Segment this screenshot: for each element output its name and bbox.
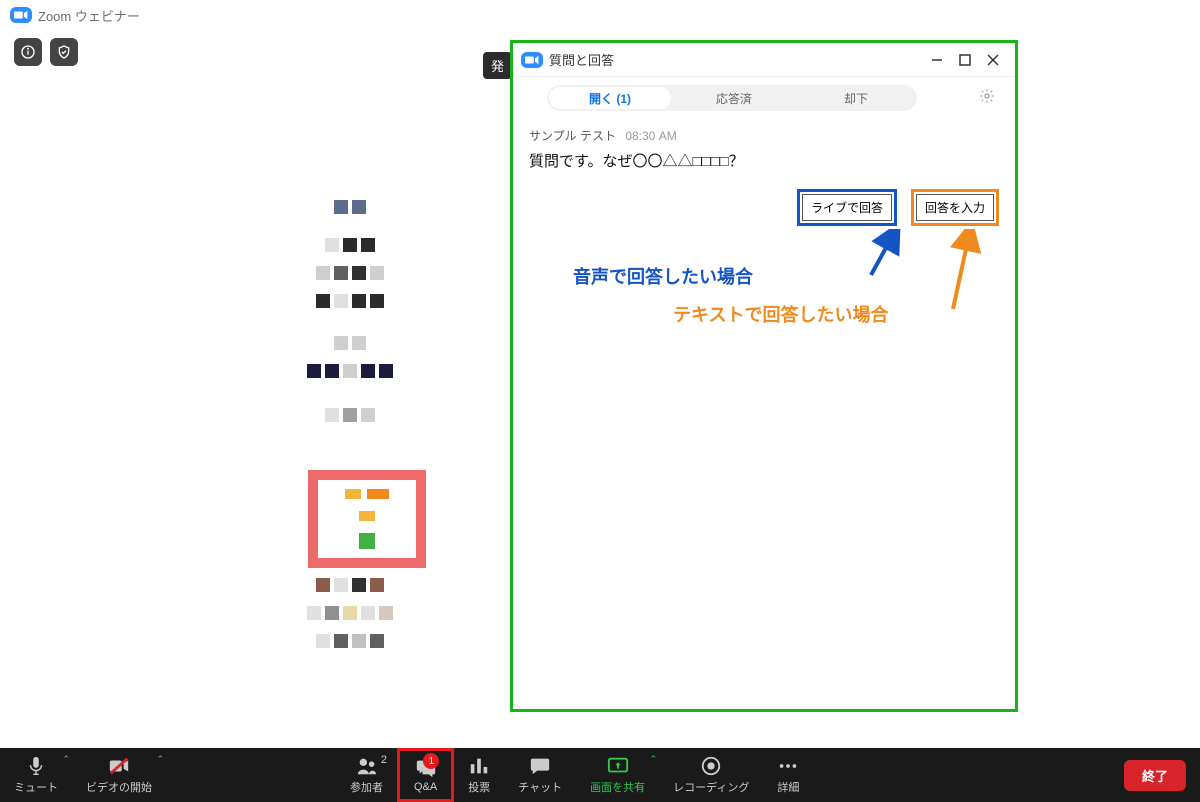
tab-answered[interactable]: 応答済 [673,85,795,111]
chevron-up-icon[interactable]: ⌃ [650,754,658,765]
answer-live-highlight: ライブで回答 [797,189,897,226]
zoom-logo-icon [521,52,543,68]
participants-button[interactable]: 参加者 2 [336,748,397,802]
participants-count: 2 [381,754,387,766]
session-badges [14,38,78,66]
question-time: 08:30 AM [625,129,676,143]
answer-type-highlight: 回答を入力 [911,189,999,226]
close-button[interactable] [979,48,1007,72]
answer-type-button[interactable]: 回答を入力 [916,194,994,221]
share-screen-button[interactable]: 画面を共有 ⌃ [576,748,659,802]
qa-panel-title: 質問と回答 [549,50,614,69]
chevron-up-icon[interactable]: ⌃ [156,754,164,765]
participants-thumbnails [280,200,440,436]
end-button[interactable]: 終了 [1124,760,1186,791]
speaker-tag: 発 [483,52,512,79]
video-start-button[interactable]: ビデオの開始 ⌃ [72,748,166,802]
maximize-button[interactable] [951,48,979,72]
gear-icon[interactable] [979,88,1003,109]
active-speaker-thumbnail [308,470,426,568]
qa-label: Q&A [414,781,437,793]
poll-label: 投票 [468,779,490,795]
mute-button[interactable]: ミュート ⌃ [0,748,72,802]
zoom-logo-icon [10,7,32,23]
info-icon[interactable] [14,38,42,66]
share-label: 画面を共有 [590,779,645,795]
answer-live-button[interactable]: ライブで回答 [802,194,892,221]
record-label: レコーディング [673,779,749,795]
qa-badge: 1 [423,753,439,769]
tab-dismissed[interactable]: 却下 [795,85,917,111]
minimize-button[interactable] [923,48,951,72]
video-label: ビデオの開始 [86,779,152,795]
chat-label: チャット [518,779,562,795]
participants-label: 参加者 [350,779,383,795]
chat-button[interactable]: チャット [504,748,576,802]
mute-label: ミュート [14,779,58,795]
qa-button[interactable]: Q&A 1 [397,748,454,802]
bottom-toolbar: ミュート ⌃ ビデオの開始 ⌃ 参加者 2 Q&A 1 投票 チャット 画面を共… [0,748,1200,802]
titlebar: Zoom ウェビナー [0,0,1200,30]
question-author: サンプル テスト [529,129,616,143]
annotation-text: テキストで回答したい場合 [673,301,888,327]
shield-icon[interactable] [50,38,78,66]
chevron-up-icon[interactable]: ⌃ [62,754,70,765]
more-label: 詳細 [777,779,799,795]
more-button[interactable]: 詳細 [763,748,813,802]
arrow-blue-icon [863,229,903,279]
annotation-audio: 音声で回答したい場合 [573,263,753,289]
qa-panel: 質問と回答 開く (1) 応答済 却下 サンプル テスト 08:30 AM 質問… [510,40,1018,712]
question-text: 質問です。なぜ〇〇△△□□□□？ [529,150,999,171]
participants-thumbnails-lower [280,578,440,662]
window-title: Zoom ウェビナー [38,6,140,25]
qa-panel-titlebar[interactable]: 質問と回答 [513,43,1015,77]
poll-button[interactable]: 投票 [454,748,504,802]
arrow-orange-icon [945,229,985,313]
question-item: サンプル テスト 08:30 AM 質問です。なぜ〇〇△△□□□□？ [513,119,1015,179]
tab-open[interactable]: 開く (1) [549,87,671,109]
qa-tabbar: 開く (1) 応答済 却下 [513,77,1015,119]
record-button[interactable]: レコーディング [659,748,763,802]
